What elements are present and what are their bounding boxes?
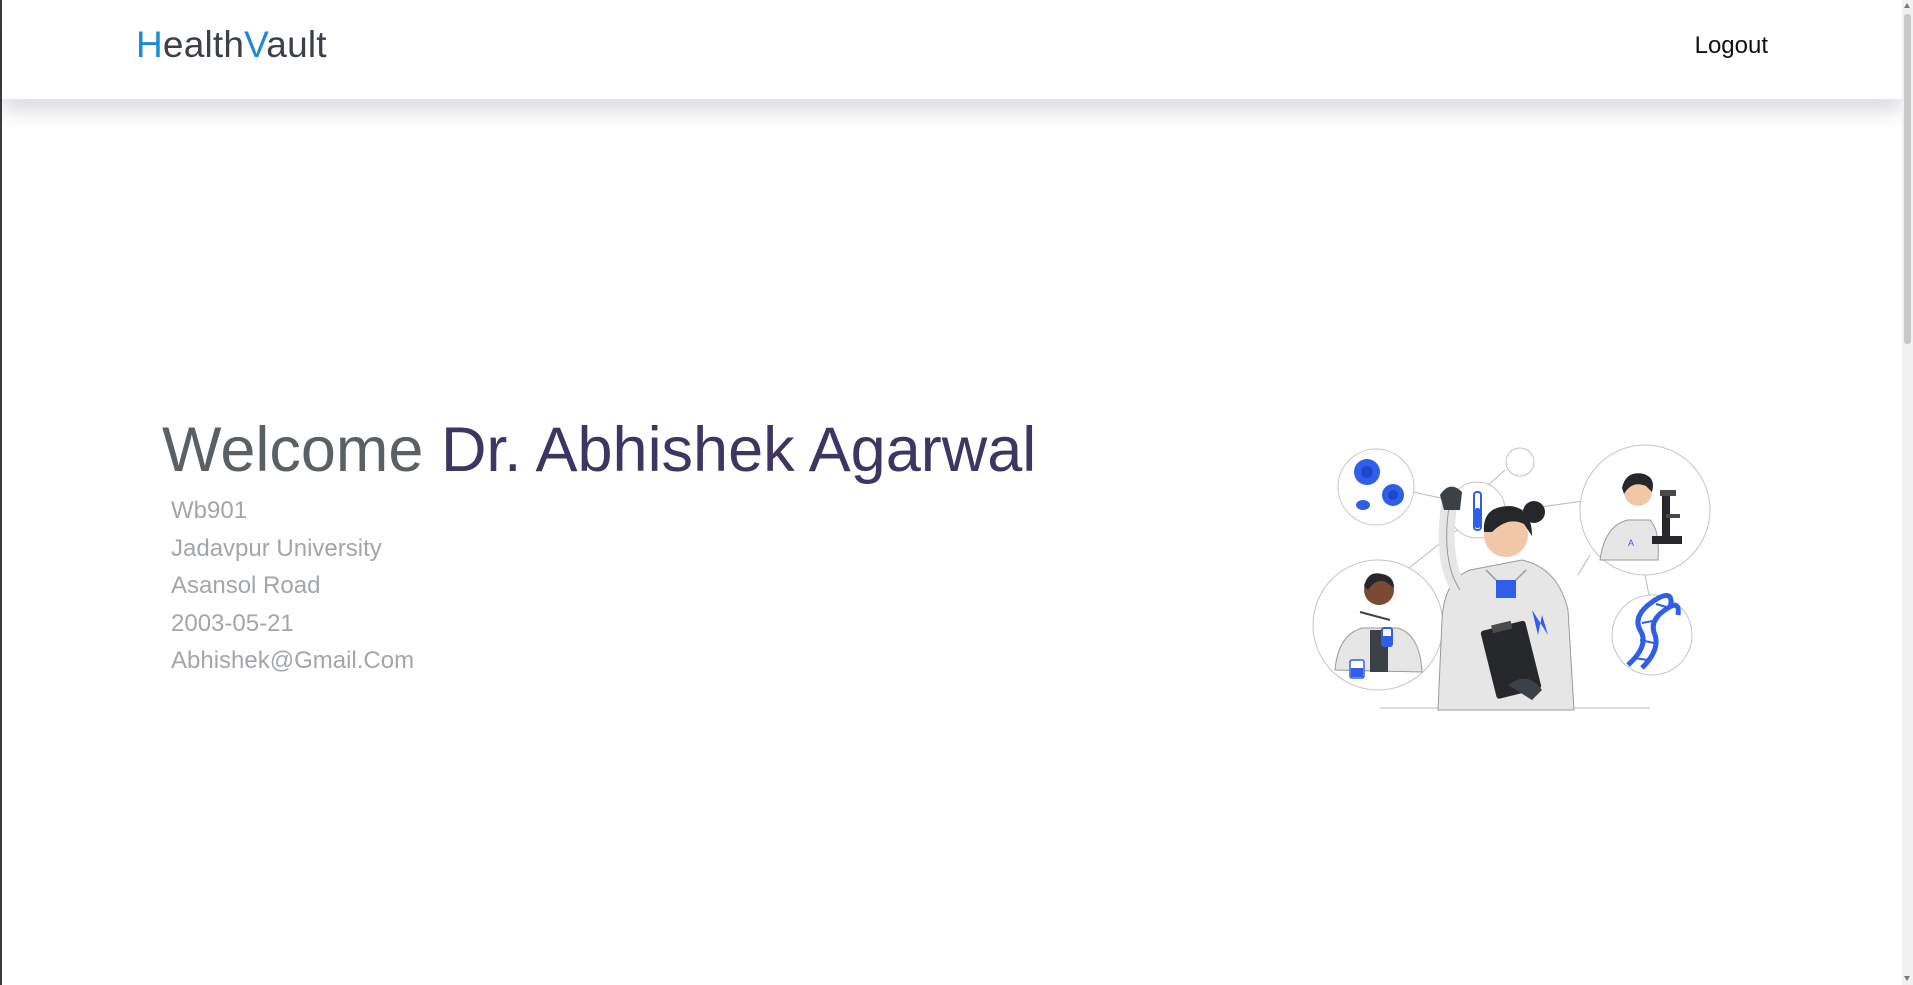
doctor-id: Wb901 — [171, 497, 248, 524]
doctor-details: Wb901 Jadavpur University Asansol Road 2… — [162, 492, 1036, 680]
empty-node-circle — [1505, 447, 1535, 477]
brand-text-ealth: ealth — [162, 24, 245, 65]
brand-letter-h: H — [136, 24, 163, 65]
doctor-address: Asansol Road — [171, 572, 321, 599]
vertical-scrollbar[interactable] — [1902, 0, 1913, 985]
brand-text-ault: ault — [266, 24, 327, 65]
brand-logo[interactable]: HealthVault — [136, 24, 327, 66]
scientists-illustration: A — [1312, 444, 1711, 711]
dna-icon — [1611, 593, 1693, 676]
scientist-with-pipette-icon — [1312, 559, 1444, 691]
scroll-down-arrow-icon[interactable] — [1904, 976, 1910, 981]
window-left-edge — [0, 0, 2, 985]
microscope-scientist-icon: A — [1579, 444, 1711, 576]
doctor-university: Jadavpur University — [171, 534, 382, 562]
doctor-dob: 2003-05-21 — [171, 609, 294, 637]
blood-cells-icon — [1337, 448, 1415, 526]
welcome-greeting: Welcome — [162, 415, 424, 485]
brand-letter-v: V — [244, 24, 267, 65]
page-title: Welcome Dr. Abhishek Agarwal — [162, 412, 1036, 488]
svg-text:A: A — [1628, 538, 1634, 548]
welcome-section: Welcome Dr. Abhishek Agarwal Wb901 Jadav… — [162, 412, 1036, 680]
top-navbar: HealthVault Logout — [2, 0, 1902, 99]
doctor-name: Dr. Abhishek Agarwal — [440, 415, 1037, 485]
scrollbar-thumb[interactable] — [1904, 14, 1911, 344]
scroll-up-arrow-icon[interactable] — [1904, 3, 1910, 8]
doctor-email: Abhishek@Gmail.Com — [171, 647, 415, 674]
logout-link[interactable]: Logout — [1695, 32, 1768, 60]
